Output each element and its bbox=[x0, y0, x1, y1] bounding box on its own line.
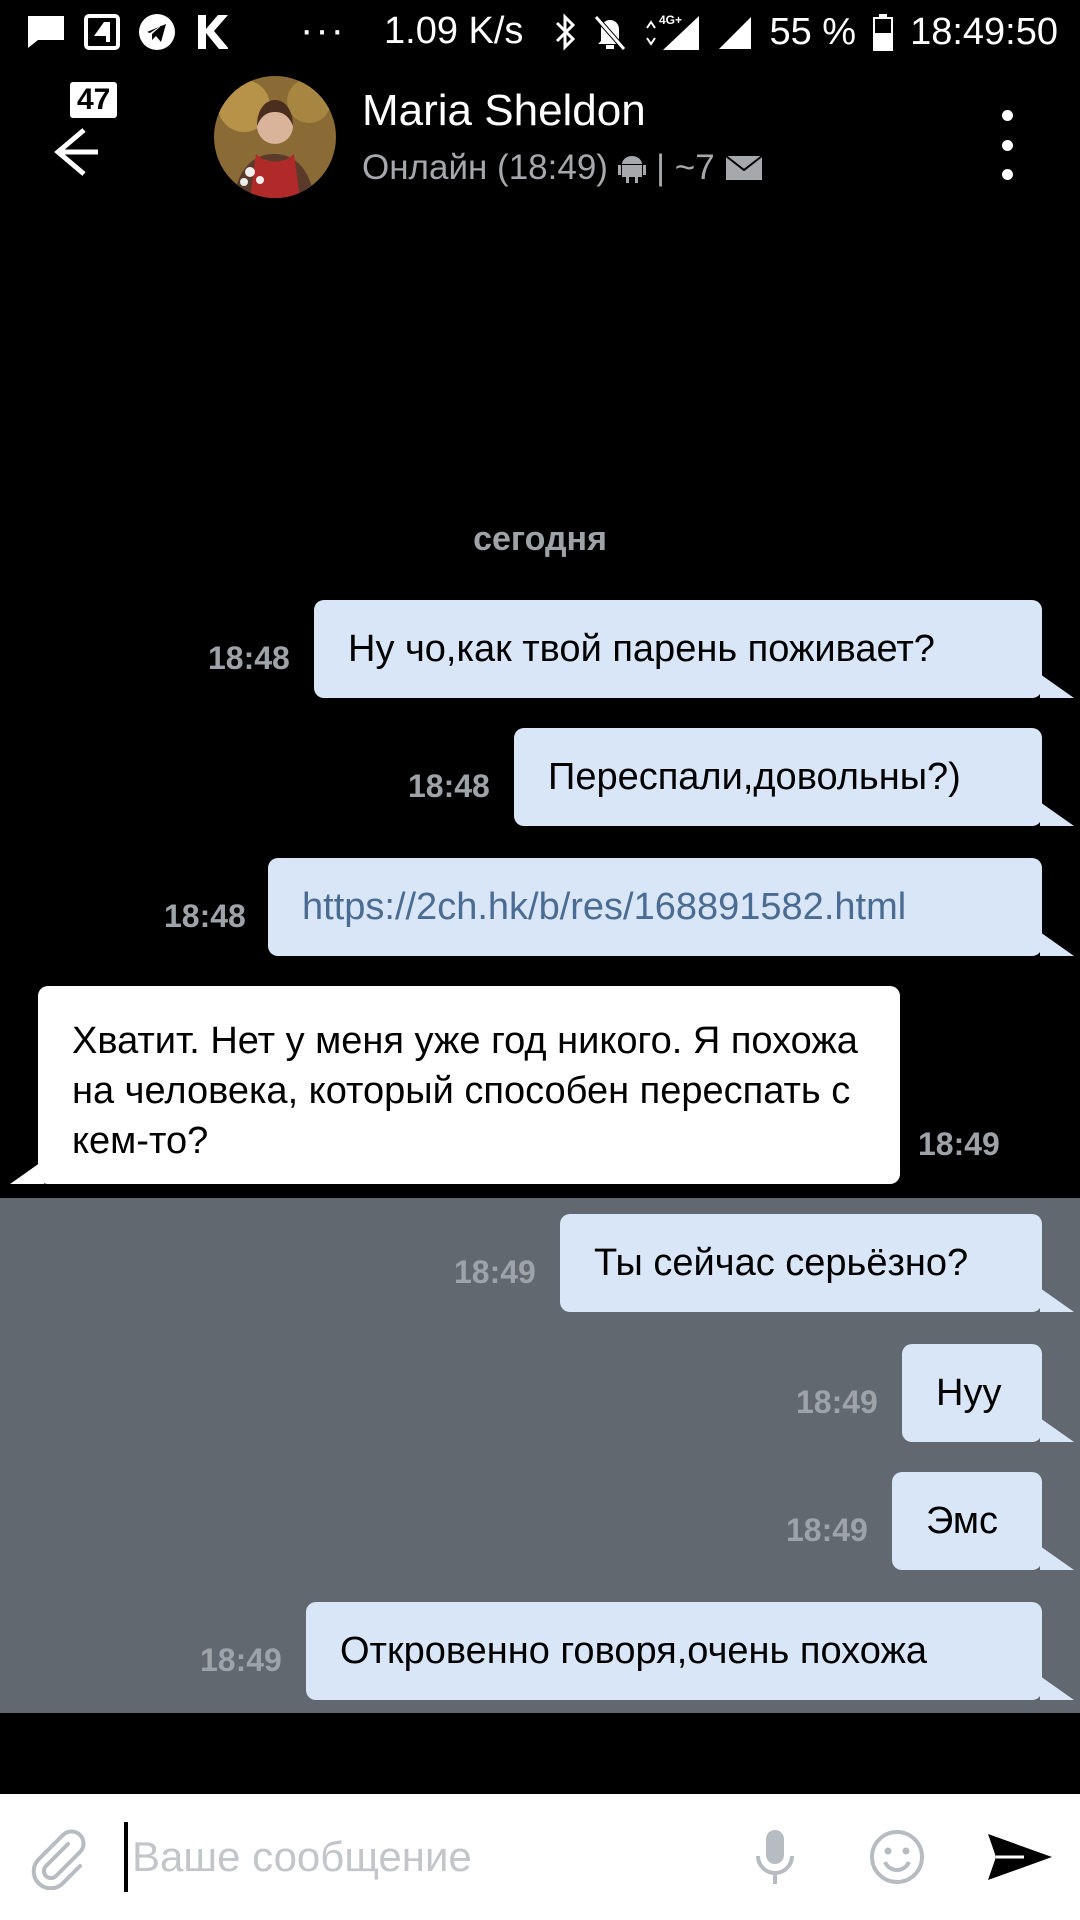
signal-4g-icon: 4G+ bbox=[646, 13, 700, 50]
message-bubble[interactable]: Переспали,довольны?) bbox=[514, 728, 1042, 826]
emoji-button[interactable] bbox=[864, 1824, 930, 1890]
contact-status: Онлайн (18:49) | ~7 bbox=[362, 148, 763, 188]
unread-badge: 47 bbox=[70, 82, 118, 118]
message-time: 18:49 bbox=[918, 1126, 1000, 1162]
status-extra: | ~7 bbox=[655, 148, 715, 187]
message-time: 18:49 bbox=[796, 1384, 878, 1420]
message-link[interactable]: https://2ch.hk/b/res/168891582.html bbox=[302, 886, 906, 929]
message-time: 18:48 bbox=[164, 898, 246, 934]
battery-icon bbox=[873, 14, 894, 51]
microphone-icon bbox=[756, 1830, 794, 1884]
date-separator: сегодня bbox=[473, 520, 607, 558]
send-icon bbox=[988, 1834, 1052, 1880]
message-text: Ну чо,как твой парень поживает? bbox=[348, 627, 935, 670]
paperclip-icon bbox=[31, 1829, 86, 1891]
message-text: Нуу bbox=[936, 1371, 1002, 1414]
envelope-icon bbox=[725, 155, 763, 180]
message-text: Ты сейчас серьёзно? bbox=[594, 1241, 969, 1284]
telegram-icon bbox=[139, 14, 175, 50]
message-composer: Ваше сообщение bbox=[0, 1794, 1080, 1920]
message-time: 18:49 bbox=[454, 1254, 536, 1290]
contact-name[interactable]: Maria Sheldon bbox=[362, 86, 646, 136]
message-bubble[interactable]: Эмс bbox=[892, 1472, 1042, 1570]
more-notifications: ··· bbox=[300, 8, 346, 52]
message-bubble[interactable]: Откровенно говоря,очень похожа bbox=[306, 1602, 1042, 1700]
send-button[interactable] bbox=[984, 1824, 1056, 1890]
message-bubble[interactable]: Хватит. Нет у меня уже год никого. Я пох… bbox=[38, 986, 900, 1184]
bluetooth-icon bbox=[556, 13, 576, 51]
mute-icon bbox=[594, 15, 627, 51]
net-speed: 1.09 K/s bbox=[384, 10, 524, 52]
status-bar: ··· 1.09 K/s 4G+ 55 % 18:49:50 bbox=[0, 0, 1080, 64]
message-bubble[interactable]: Ну чо,как твой парень поживает? bbox=[314, 600, 1042, 698]
kate-app-icon bbox=[198, 15, 228, 49]
battery-percent: 55 % bbox=[769, 10, 857, 53]
message-bubble[interactable]: https://2ch.hk/b/res/168891582.html bbox=[268, 858, 1042, 956]
chat-header: 47 Maria Sheldon Онлайн (18:49) | ~7 bbox=[0, 64, 1080, 214]
message-notification-icon bbox=[28, 16, 64, 48]
avatar[interactable] bbox=[214, 76, 336, 198]
clock: 18:49:50 bbox=[910, 10, 1058, 53]
attach-button[interactable] bbox=[24, 1824, 90, 1891]
signal-icon bbox=[719, 17, 752, 49]
app-notification-icon bbox=[84, 14, 120, 50]
message-time: 18:49 bbox=[786, 1512, 868, 1548]
message-text: Хватит. Нет у меня уже год никого. Я пох… bbox=[72, 1020, 858, 1162]
message-text: Откровенно говоря,очень похожа bbox=[340, 1629, 927, 1672]
message-bubble[interactable]: Ты сейчас серьёзно? bbox=[560, 1214, 1042, 1312]
message-time: 18:49 bbox=[200, 1642, 282, 1678]
message-input[interactable]: Ваше сообщение bbox=[124, 1822, 732, 1892]
smiley-icon bbox=[870, 1830, 924, 1884]
voice-message-button[interactable] bbox=[742, 1824, 808, 1890]
avatar-photo bbox=[214, 76, 336, 198]
online-status: Онлайн (18:49) bbox=[362, 148, 608, 187]
android-icon bbox=[617, 156, 646, 183]
svg-text:4G+: 4G+ bbox=[659, 13, 682, 27]
message-time: 18:48 bbox=[408, 768, 490, 804]
message-text: Эмс bbox=[926, 1499, 999, 1542]
message-time: 18:48 bbox=[208, 640, 290, 676]
more-options-button[interactable] bbox=[990, 110, 1024, 180]
more-vertical-icon bbox=[1001, 110, 1013, 121]
message-bubble[interactable]: Нуу bbox=[902, 1344, 1042, 1442]
message-text: Переспали,довольны?) bbox=[548, 755, 961, 798]
